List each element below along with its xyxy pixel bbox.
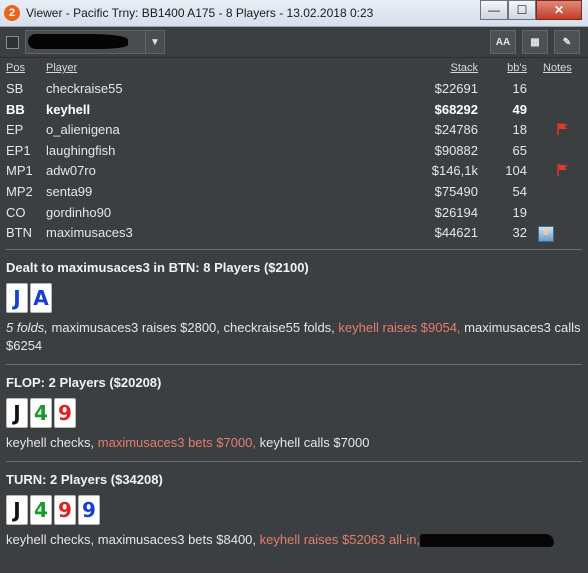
window-title: Viewer - Pacific Trny: BB1400 A175 - 8 P… bbox=[26, 6, 374, 20]
player-name: laughingfish bbox=[46, 142, 116, 158]
player-name: adw07ro bbox=[46, 163, 96, 179]
redacted-name bbox=[28, 34, 128, 49]
player-stack: $26194 bbox=[434, 204, 478, 220]
player-bbs: 104 bbox=[505, 163, 527, 179]
flop-section: FLOP: 2 Players ($20208) J 4 9 keyhell c… bbox=[0, 365, 588, 452]
player-name: o_alienigena bbox=[46, 122, 120, 138]
avatar-icon[interactable] bbox=[538, 226, 554, 243]
action-highlight: keyhell raises $9054, bbox=[338, 319, 461, 335]
player-bbs: 49 bbox=[512, 101, 527, 117]
window-controls: — ☐ ✕ bbox=[480, 0, 582, 20]
header-notes[interactable]: Notes bbox=[543, 62, 572, 74]
grid-icon[interactable]: ▦ bbox=[522, 30, 548, 54]
card: 9 bbox=[54, 494, 76, 525]
red-flag-icon[interactable] bbox=[557, 164, 567, 177]
player-pos: EP1 bbox=[6, 142, 31, 158]
action-text: maximusaces3 raises $2800, checkraise55 … bbox=[47, 319, 339, 335]
font-size-button[interactable]: AA bbox=[490, 30, 516, 54]
player-stack: $22691 bbox=[434, 81, 478, 96]
redacted-text bbox=[420, 533, 555, 547]
card: 9 bbox=[78, 494, 100, 525]
edit-icon[interactable]: ✎ bbox=[554, 30, 580, 54]
chevron-down-icon[interactable]: ▼ bbox=[145, 31, 164, 53]
flop-title: FLOP: 2 Players ($20208) bbox=[6, 374, 162, 390]
card: J bbox=[6, 397, 28, 428]
player-stack: $68292 bbox=[434, 101, 478, 117]
player-pos: MP2 bbox=[6, 183, 33, 199]
hero-dropdown[interactable]: ▼ bbox=[25, 30, 165, 54]
close-button[interactable]: ✕ bbox=[536, 0, 582, 20]
table-row[interactable]: EP1 laughingfish $90882 65 bbox=[0, 140, 588, 161]
player-pos: SB bbox=[6, 81, 24, 96]
table-row[interactable]: MP2 senta99 $75490 54 bbox=[0, 181, 588, 202]
table-row[interactable]: SB checkraise55 $22691 16 bbox=[0, 78, 588, 99]
player-bbs: 54 bbox=[512, 183, 527, 199]
card: 4 bbox=[30, 397, 52, 428]
player-stack: $44621 bbox=[434, 225, 478, 241]
turn-actions: keyhell checks, maximusaces3 bets $8400,… bbox=[6, 531, 582, 549]
action-text: keyhell checks, maximusaces3 bets $8400, bbox=[6, 531, 260, 547]
player-stack: $146,1k bbox=[431, 163, 478, 179]
select-checkbox[interactable] bbox=[6, 35, 19, 49]
player-pos: CO bbox=[6, 204, 26, 220]
turn-section: TURN: 2 Players ($34208) J 4 9 9 keyhell… bbox=[0, 462, 588, 549]
preflop-actions: 5 folds, maximusaces3 raises $2800, chec… bbox=[6, 319, 582, 355]
header-bbs[interactable]: bb's bbox=[507, 62, 527, 74]
board-cards: J 4 9 bbox=[6, 397, 582, 428]
player-pos: MP1 bbox=[6, 163, 33, 179]
card: 4 bbox=[30, 494, 52, 525]
table-row[interactable]: EP o_alienigena $24786 18 bbox=[0, 119, 588, 140]
player-name: maximusaces3 bbox=[46, 225, 133, 241]
player-name: gordinho90 bbox=[46, 204, 112, 220]
card: A bbox=[30, 282, 52, 313]
maximize-button[interactable]: ☐ bbox=[508, 0, 536, 20]
minimize-button[interactable]: — bbox=[480, 0, 508, 20]
player-name: senta99 bbox=[46, 183, 93, 199]
action-text: keyhell calls $7000 bbox=[256, 434, 370, 450]
player-stack: $75490 bbox=[434, 183, 478, 199]
board-cards: J 4 9 9 bbox=[6, 494, 582, 525]
header-player[interactable]: Player bbox=[46, 62, 77, 74]
player-pos: EP bbox=[6, 122, 24, 138]
flop-actions: keyhell checks, maximusaces3 bets $7000,… bbox=[6, 434, 582, 452]
action-text: 5 folds, bbox=[6, 319, 48, 335]
player-stack: $24786 bbox=[434, 122, 478, 138]
players-table: Pos Player Stack bb's Notes SB checkrais… bbox=[0, 62, 588, 243]
title-bar: 2 Viewer - Pacific Trny: BB1400 A175 - 8… bbox=[0, 0, 588, 27]
header-pos[interactable]: Pos bbox=[6, 62, 25, 74]
viewer-window: 2 Viewer - Pacific Trny: BB1400 A175 - 8… bbox=[0, 0, 588, 573]
player-pos: BTN bbox=[6, 225, 32, 241]
player-bbs: 18 bbox=[512, 122, 527, 138]
player-bbs: 32 bbox=[512, 225, 527, 241]
player-bbs: 65 bbox=[512, 142, 527, 158]
action-highlight: maximusaces3 bets $7000, bbox=[97, 434, 257, 450]
preflop-section: Dealt to maximusaces3 in BTN: 8 Players … bbox=[0, 250, 588, 355]
table-row[interactable]: MP1 adw07ro $146,1k 104 bbox=[0, 160, 588, 181]
app-icon: 2 bbox=[4, 5, 20, 21]
card: J bbox=[6, 282, 28, 313]
toolbar-actions: AA ▦ ✎ bbox=[490, 30, 580, 54]
action-text: keyhell checks, bbox=[6, 434, 98, 450]
player-pos: BB bbox=[6, 101, 25, 117]
player-bbs: 19 bbox=[512, 204, 527, 220]
player-stack: $90882 bbox=[434, 142, 478, 158]
table-row[interactable]: BTN maximusaces3 $44621 32 bbox=[0, 222, 588, 243]
player-name: keyhell bbox=[46, 101, 91, 117]
preflop-title: Dealt to maximusaces3 in BTN: 8 Players … bbox=[6, 259, 309, 275]
player-name: checkraise55 bbox=[46, 81, 123, 96]
toolbar: ▼ AA ▦ ✎ bbox=[0, 27, 588, 58]
table-row[interactable]: CO gordinho90 $26194 19 bbox=[0, 202, 588, 223]
card: 9 bbox=[54, 397, 76, 428]
action-highlight: keyhell raises $52063 all-in, bbox=[259, 531, 421, 547]
table-header: Pos Player Stack bb's Notes bbox=[0, 62, 588, 78]
header-stack[interactable]: Stack bbox=[450, 62, 478, 74]
hole-cards: J A bbox=[6, 282, 582, 313]
table-row[interactable]: BB keyhell $68292 49 bbox=[0, 99, 588, 120]
player-bbs: 16 bbox=[512, 81, 527, 96]
card: J bbox=[6, 494, 28, 525]
red-flag-icon[interactable] bbox=[557, 123, 567, 136]
turn-title: TURN: 2 Players ($34208) bbox=[6, 471, 163, 487]
